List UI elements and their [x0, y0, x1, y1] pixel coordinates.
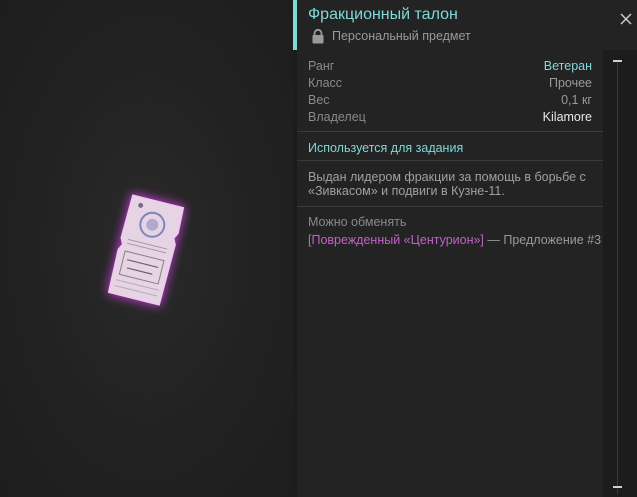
item-preview	[0, 0, 293, 497]
exchange-label: Можно обменять	[308, 215, 407, 229]
stat-row-class: Класс Прочее	[308, 76, 592, 93]
scrollbar-top-cap	[613, 60, 622, 62]
close-icon[interactable]	[619, 12, 633, 26]
scrollbar-track[interactable]	[617, 61, 618, 494]
stat-row-owner: Владелец Kilamore	[308, 110, 592, 127]
item-title: Фракционный талон	[308, 6, 458, 23]
stat-value: 0,1 кг	[561, 93, 592, 107]
item-description: Выдан лидером фракции за помощь в борьбе…	[308, 170, 586, 198]
divider	[297, 206, 603, 207]
stat-value: Kilamore	[542, 110, 592, 124]
stat-label: Владелец	[308, 110, 366, 124]
stat-row-rank: Ранг Ветеран	[308, 59, 592, 76]
exchange-offer-text: — Предложение #3	[483, 233, 602, 247]
scrollbar[interactable]	[607, 50, 637, 497]
stats-list: Ранг Ветеран Класс Прочее Вес 0,1 кг Вла…	[308, 59, 592, 127]
ticket-image-art	[106, 193, 186, 307]
stat-label: Класс	[308, 76, 343, 90]
item-header: Фракционный талон Персональный предмет	[293, 0, 637, 50]
item-info-panel: Фракционный талон Персональный предмет Р…	[293, 0, 637, 497]
stat-label: Ранг	[308, 59, 335, 73]
ticket-image	[100, 186, 192, 314]
item-details: Ранг Ветеран Класс Прочее Вес 0,1 кг Вла…	[297, 50, 603, 497]
stat-row-weight: Вес 0,1 кг	[308, 93, 592, 110]
divider	[297, 131, 603, 132]
lock-icon	[312, 29, 324, 44]
divider	[297, 160, 603, 161]
stat-value: Ветеран	[543, 59, 592, 73]
exchange-item-link[interactable]: [Поврежденный «Центурион»]	[308, 233, 484, 247]
scrollbar-bottom-cap	[613, 486, 622, 488]
stat-label: Вес	[308, 93, 330, 107]
quest-usage-text: Используется для задания	[308, 141, 464, 155]
stat-value: Прочее	[548, 76, 592, 90]
item-subtitle: Персональный предмет	[332, 29, 471, 43]
exchange-offer: [Поврежденный «Центурион»] — Предложение…	[308, 233, 601, 247]
